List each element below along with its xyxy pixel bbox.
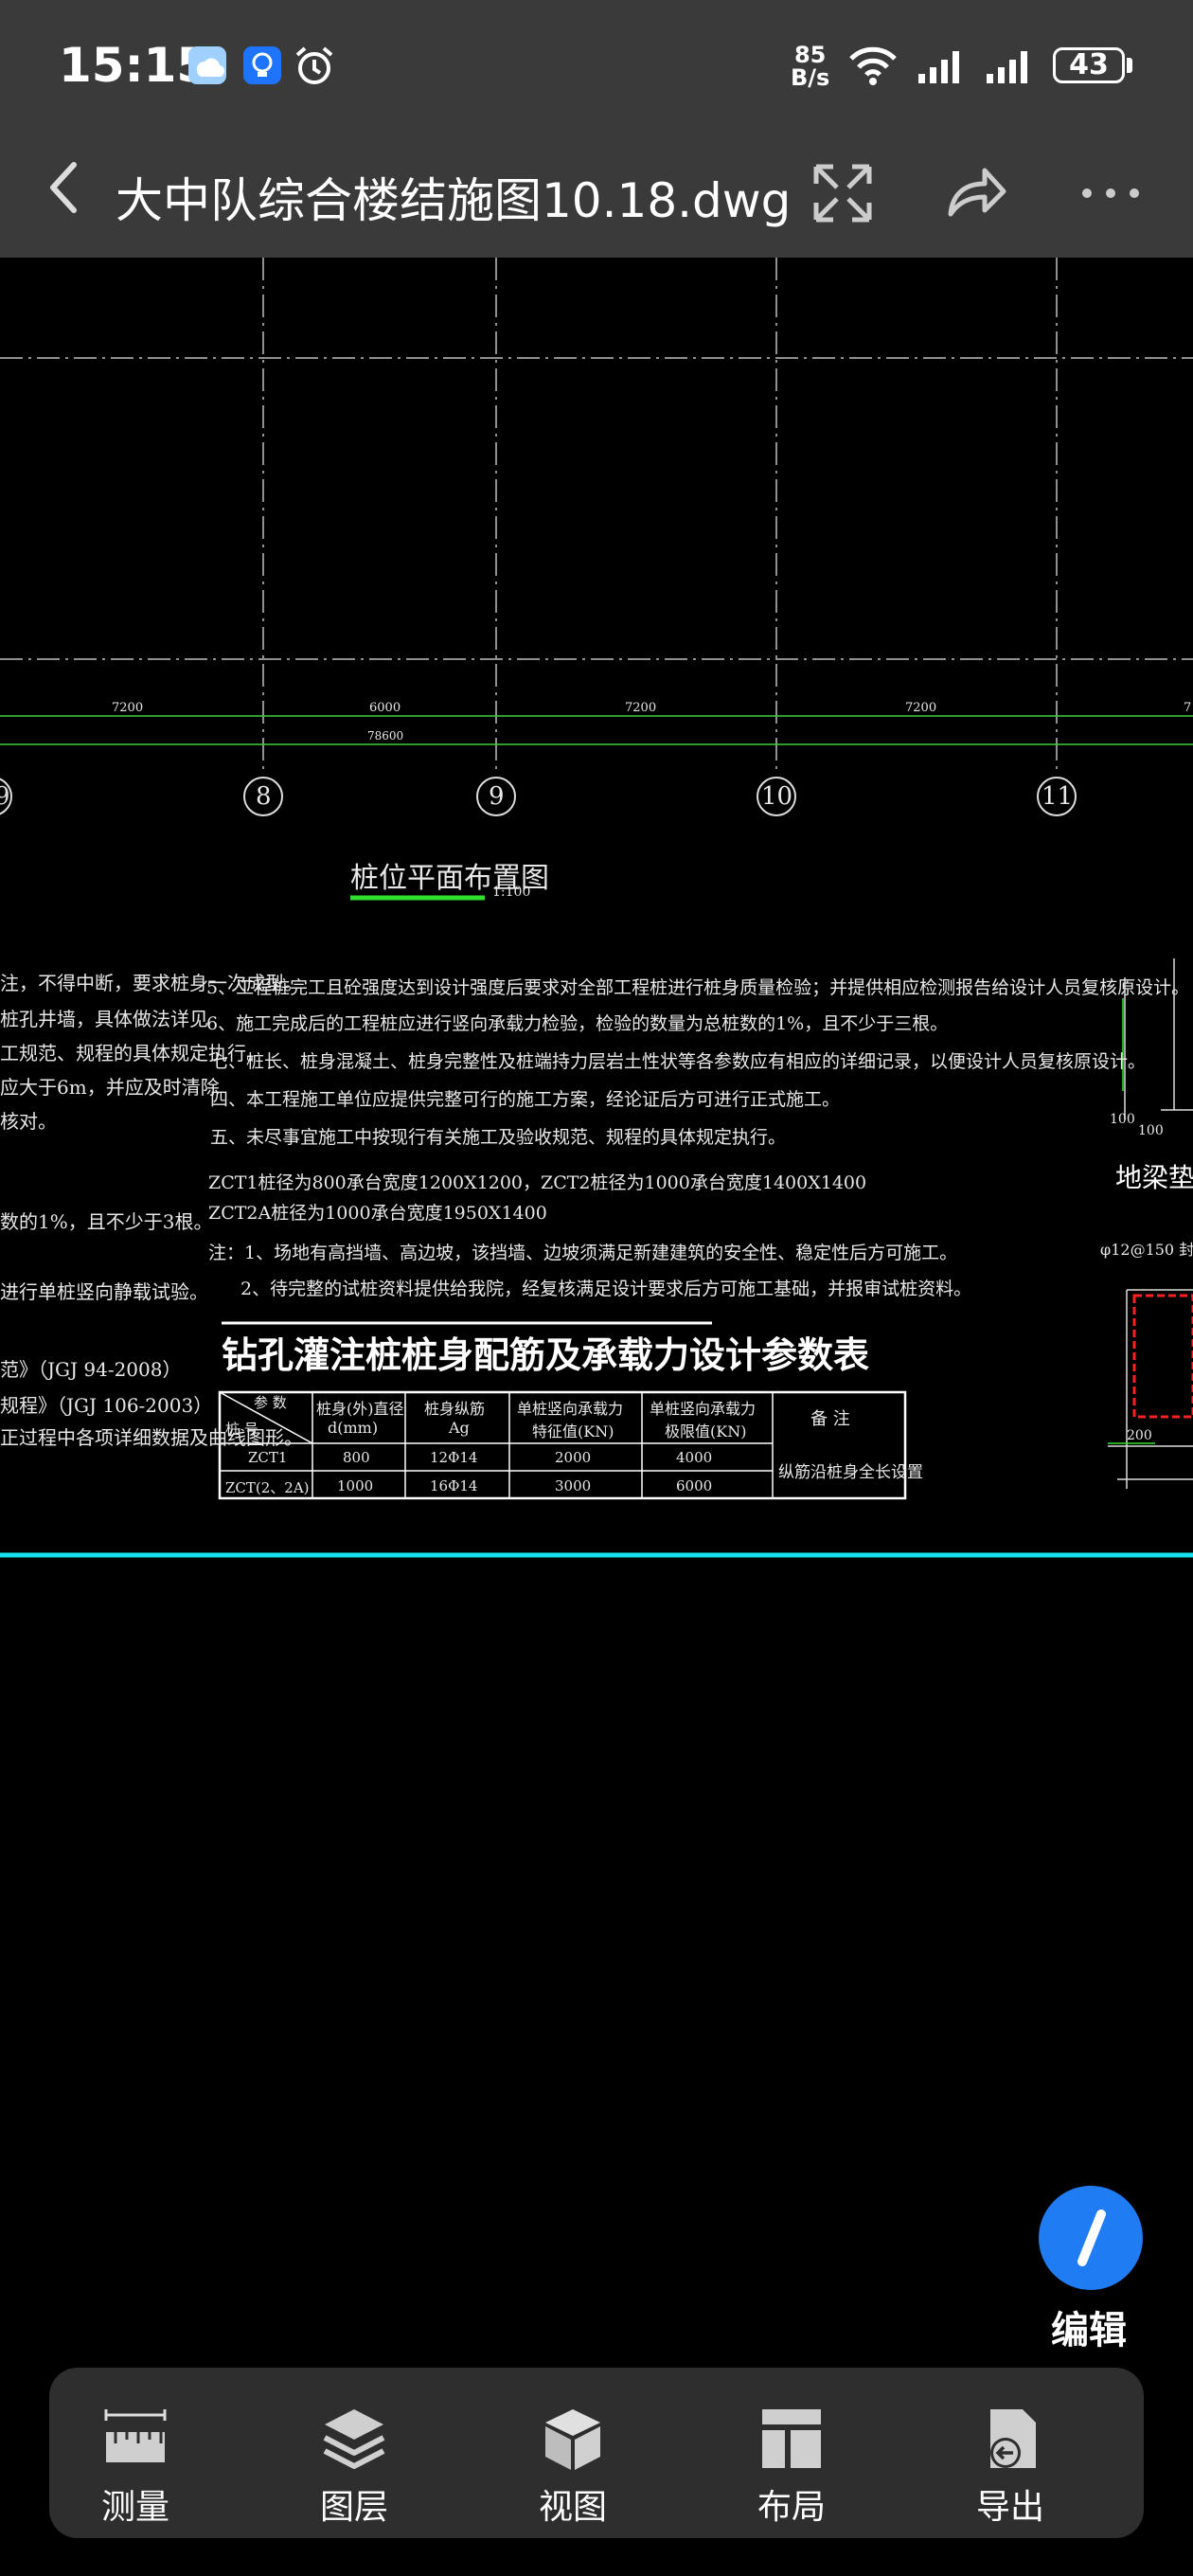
note-line: ZCT2A桩径为1000承台宽度1950X1400 <box>208 1203 547 1224</box>
app-header: 大中队综合楼结施图10.18.dwg <box>0 133 1193 258</box>
file-title: 大中队综合楼结施图10.18.dwg <box>116 173 792 228</box>
table-cell: 4000 <box>676 1449 713 1466</box>
axis-label: 10 <box>761 782 793 811</box>
total-dim-label: 78600 <box>367 729 404 742</box>
more-options-icon[interactable] <box>1079 186 1142 201</box>
dim-label: 7200 <box>112 701 144 715</box>
bottom-toolbar: 测量 图层 视图 布局 导出 <box>49 2368 1144 2538</box>
note-line: 注：1、场地有高挡墙、高边坡，该挡墙、边坡须满足新建建筑的安全性、稳定性后方可施… <box>208 1243 958 1263</box>
axis-label: 9 <box>489 782 505 811</box>
note-line: 数的1%，且不少于3根。 <box>0 1210 213 1233</box>
note-line: 范》（JGJ 94-2008） <box>0 1358 182 1381</box>
network-speed: 85 B/s <box>791 42 830 91</box>
dim-label: 6000 <box>369 701 401 715</box>
note-line: 七、桩长、桩身混凝土、桩身完整性及桩端持力层岩土性状等各参数应有相应的详细记录，… <box>210 1051 1147 1072</box>
table-header: Ag <box>449 1419 470 1437</box>
signal-icon-sim2 <box>987 51 1027 83</box>
export-icon <box>990 2409 1036 2468</box>
detail-rebar-label: φ12@150 封闭 <box>1100 1241 1193 1259</box>
cube-icon <box>545 2409 600 2470</box>
table-corner-bottom: 桩 号 <box>225 1421 258 1438</box>
edit-button-label[interactable]: 编辑 <box>1051 2299 1127 2354</box>
note-line: 五、未尽事宜施工中按现行有关施工及验收规范、规程的具体规定执行。 <box>210 1127 787 1148</box>
table-header: 单桩竖向承载力 <box>517 1400 624 1418</box>
tool-label: 测量 <box>100 2488 169 2527</box>
layout-icon <box>762 2409 821 2468</box>
tool-label: 图层 <box>319 2488 388 2527</box>
tool-label: 视图 <box>538 2488 607 2527</box>
tool-layers[interactable]: 图层 <box>269 2368 439 2538</box>
axis-label: 9 <box>0 782 10 811</box>
tool-layout[interactable]: 布局 <box>706 2368 877 2538</box>
detail-dim: 100 <box>1110 1112 1135 1127</box>
battery-cap <box>1127 58 1132 73</box>
table-header: 极限值(KN) <box>665 1422 747 1440</box>
table-cell: 2000 <box>555 1449 592 1466</box>
table-header: 桩身(外)直径 <box>316 1400 404 1418</box>
note-line: 规程》（JGJ 106-2003） <box>0 1394 213 1417</box>
dim-label: 7200 <box>905 701 937 715</box>
alarm-icon <box>295 46 333 84</box>
axis-label: 8 <box>256 782 272 811</box>
tool-view[interactable]: 视图 <box>488 2368 658 2538</box>
pen-icon <box>1077 2209 1106 2266</box>
table-cell: 1000 <box>337 1477 374 1494</box>
detail-dim: 200 <box>1127 1428 1152 1443</box>
cad-drawing-canvas[interactable]: 7200 6000 7200 7200 7 78600 9 8 9 10 11 … <box>0 258 1193 1583</box>
plan-scale: 1:100 <box>492 885 531 900</box>
edit-button[interactable] <box>1039 2186 1143 2290</box>
tool-export[interactable]: 导出 <box>925 2368 1095 2538</box>
signal-icon-sim1 <box>918 51 959 83</box>
detail-label: 地梁垫层 <box>1115 1162 1193 1193</box>
wifi-icon <box>849 46 897 85</box>
table-header: 特征值(KN) <box>532 1422 614 1440</box>
table-corner-top: 参 数 <box>254 1394 287 1411</box>
axis-label: 11 <box>1042 782 1074 811</box>
note-line: 5、工程桩完工且砼强度达到设计强度后要求对全部工程桩进行桩身质量检验；并提供相应… <box>206 977 1190 998</box>
note-line: ZCT1桩径为800承台宽度1200X1200，ZCT2桩径为1000承台宽度1… <box>208 1172 867 1193</box>
table-title: 钻孔灌注桩桩身配筋及承载力设计参数表 <box>222 1334 870 1376</box>
note-line: 进行单桩竖向静载试验。 <box>0 1280 208 1303</box>
note-line: 核对。 <box>0 1110 57 1133</box>
lightbulb-app-icon <box>243 46 281 84</box>
layers-icon <box>323 2409 385 2469</box>
status-bar: 15:15 85 B/s 43 <box>0 0 1193 133</box>
table-header: 桩身纵筋 <box>424 1400 486 1418</box>
table-remark: 纵筋沿桩身全长设置 <box>778 1463 923 1482</box>
note-line: 应大于6m，并应及时清除 <box>0 1076 220 1099</box>
dim-label: 7200 <box>625 701 657 715</box>
tool-measure[interactable]: 测量 <box>50 2368 221 2538</box>
tool-label: 导出 <box>975 2488 1044 2527</box>
fullscreen-icon[interactable] <box>812 163 873 224</box>
table-cell: 800 <box>343 1449 370 1466</box>
dim-label: 7 <box>1184 701 1192 715</box>
table-header: 单桩竖向承载力 <box>650 1400 757 1418</box>
table-cell: 6000 <box>676 1477 713 1494</box>
table-cell: 12Φ14 <box>430 1449 478 1466</box>
cad-lines <box>0 258 1193 1558</box>
table-cell: ZCT1 <box>248 1449 288 1466</box>
note-line: 2、待完整的试桩资料提供给我院，经复核满足设计要求后方可施工基础，并报审试桩资料… <box>240 1279 972 1299</box>
note-line: 桩孔井墙，具体做法详见 <box>0 1008 208 1030</box>
ruler-icon <box>104 2409 167 2462</box>
cloud-app-icon <box>188 46 226 84</box>
tool-label: 布局 <box>757 2488 826 2527</box>
table-header: d(mm) <box>328 1419 379 1437</box>
back-arrow-icon[interactable] <box>42 157 87 218</box>
share-icon[interactable] <box>945 165 1007 220</box>
table-cell: 16Φ14 <box>430 1477 478 1494</box>
battery-indicator: 43 <box>1053 47 1125 83</box>
table-header: 备 注 <box>810 1409 850 1429</box>
detail-dim: 100 <box>1138 1123 1164 1138</box>
table-cell: 3000 <box>555 1477 592 1494</box>
note-line: 四、本工程施工单位应提供完整可行的施工方案，经论证后方可进行正式施工。 <box>210 1089 841 1110</box>
note-line: 6、施工完成后的工程桩应进行竖向承载力检验，检验的数量为总桩数的1%，且不少于三… <box>206 1013 949 1034</box>
table-cell: ZCT(2、2A) <box>225 1479 310 1496</box>
